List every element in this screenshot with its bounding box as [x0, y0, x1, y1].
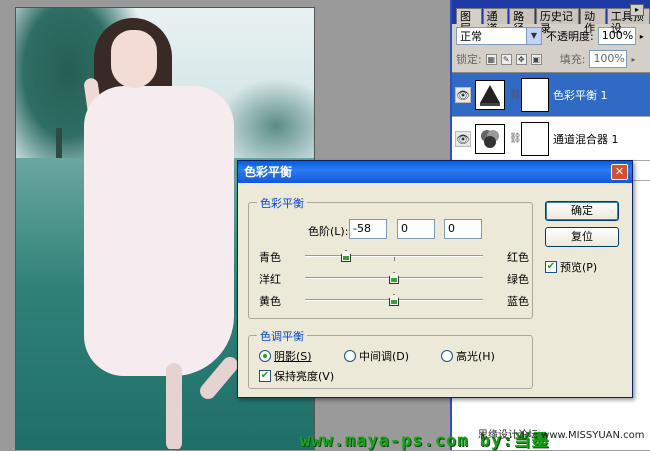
checkmark-icon[interactable]: ✔ — [545, 261, 557, 273]
radio-dot[interactable] — [259, 350, 271, 362]
layer-mask-thumbnail[interactable] — [521, 121, 549, 156]
slider-thumb[interactable] — [389, 294, 399, 306]
slider-right-label: 绿色 — [507, 273, 529, 286]
lock-position-icon[interactable]: ✥ — [515, 53, 527, 65]
eye-icon[interactable]: 👁 — [455, 130, 471, 147]
fill-field[interactable]: 100% — [589, 50, 628, 68]
forum-watermark: 思缘设计论坛 www.MISSYUAN.com — [478, 430, 645, 441]
chevron-down-icon[interactable]: ▼ — [526, 28, 541, 44]
fill-label: 填充: — [559, 53, 586, 66]
slider-track[interactable] — [305, 255, 483, 261]
level-field-cyan-red[interactable]: -58 — [349, 219, 387, 239]
tone-balance-group-label: 色调平衡 — [257, 328, 307, 344]
radio-midtones[interactable]: 中间调(D) — [344, 348, 409, 364]
slider-left-label: 洋红 — [259, 273, 281, 286]
level-field-yellow-blue[interactable]: 0 — [444, 219, 482, 239]
chain-link-icon[interactable]: ⛓ — [509, 133, 522, 144]
levels-label: 色阶(L): — [308, 225, 349, 238]
layer-row-color-balance[interactable]: 👁 ⛓ 色彩平衡 1 — [452, 73, 650, 117]
slider-magenta-green: 洋红 绿色 — [259, 269, 529, 289]
tab-channels[interactable]: 通道 — [482, 8, 509, 35]
radio-label: 高光(H) — [456, 350, 495, 363]
lock-all-icon[interactable]: ▣ — [530, 53, 542, 65]
preview-label: 预览(P) — [560, 261, 598, 274]
preserve-luminosity-checkbox[interactable]: ✔ 保持亮度(V) — [259, 368, 334, 384]
eye-icon[interactable]: 👁 — [455, 86, 471, 103]
fill-arrow-icon[interactable]: ▸ — [631, 55, 635, 64]
layer-name: 通道混合器 1 — [553, 132, 619, 146]
layer-mask-thumbnail[interactable] — [521, 77, 549, 112]
slider-thumb[interactable] — [389, 272, 399, 284]
slider-cyan-red: 青色 红色 — [259, 247, 529, 267]
color-balance-dialog: 色彩平衡 ✕ 色彩平衡 色阶(L): -58 0 0 青色 红色 洋红 绿色 黄… — [237, 160, 633, 398]
close-icon[interactable]: ✕ — [611, 164, 628, 180]
slider-right-label: 蓝色 — [507, 295, 529, 308]
radio-highlights[interactable]: 高光(H) — [441, 348, 495, 364]
radio-dot[interactable] — [344, 350, 356, 362]
tab-actions[interactable]: 动作 — [580, 8, 606, 35]
photo-girl-face — [111, 30, 157, 88]
panel-tabs: 图层 通道 路径 历史记录 动作 工具预设 ▸ — [452, 0, 650, 35]
opacity-arrow-icon[interactable]: ▸ — [640, 32, 644, 41]
preserve-luminosity-label: 保持亮度(V) — [274, 370, 335, 383]
color-balance-group: 色彩平衡 色阶(L): -58 0 0 青色 红色 洋红 绿色 黄色 蓝色 — [248, 195, 533, 319]
blend-mode-value: 正常 — [460, 30, 482, 43]
tab-paths[interactable]: 路径 — [509, 8, 535, 35]
radio-shadows[interactable]: 阴影(S) — [259, 348, 312, 364]
layer-row-channel-mixer[interactable]: 👁 ⛓ 通道混合器 1 — [452, 117, 650, 161]
slider-left-label: 青色 — [259, 251, 281, 264]
adjustment-layer-icon — [475, 123, 505, 154]
tab-layers[interactable]: 图层 — [456, 8, 482, 35]
ok-button[interactable]: 确定 — [545, 201, 619, 221]
panel-menu-icon[interactable]: ▸ — [630, 4, 644, 16]
radio-label: 中间调(D) — [359, 350, 410, 363]
level-field-magenta-green[interactable]: 0 — [397, 219, 435, 239]
slider-right-label: 红色 — [507, 251, 529, 264]
radio-label: 阴影(S) — [274, 350, 312, 363]
reset-button[interactable]: 复位 — [545, 227, 619, 247]
preview-checkbox[interactable]: ✔ 预览(P) — [545, 259, 597, 275]
chain-link-icon[interactable]: ⛓ — [509, 89, 522, 100]
lock-transparency-icon[interactable]: ▦ — [485, 53, 497, 65]
lock-pixels-icon[interactable]: ✎ — [500, 53, 512, 65]
tone-balance-group: 色调平衡 阴影(S) 中间调(D) 高光(H) ✔ 保持亮度(V) — [248, 328, 533, 389]
dialog-title: 色彩平衡 — [244, 165, 293, 179]
photo-girl-dress — [84, 86, 234, 376]
slider-left-label: 黄色 — [259, 295, 281, 308]
lock-label: 锁定: — [456, 53, 482, 66]
layer-name: 色彩平衡 1 — [553, 88, 608, 102]
slider-yellow-blue: 黄色 蓝色 — [259, 291, 529, 311]
radio-dot[interactable] — [441, 350, 453, 362]
checkmark-icon[interactable]: ✔ — [259, 370, 271, 382]
color-balance-group-label: 色彩平衡 — [257, 195, 307, 211]
tab-history[interactable]: 历史记录 — [535, 8, 580, 35]
dialog-title-bar[interactable]: 色彩平衡 ✕ — [238, 161, 632, 183]
adjustment-layer-icon — [475, 79, 505, 110]
lock-row: 锁定: ▦ ✎ ✥ ▣ 填充: 100% ▸ — [452, 48, 650, 70]
slider-thumb[interactable] — [341, 250, 351, 262]
photo-girl-leg — [166, 363, 182, 449]
blend-mode-select[interactable]: 正常 ▼ — [456, 27, 542, 45]
